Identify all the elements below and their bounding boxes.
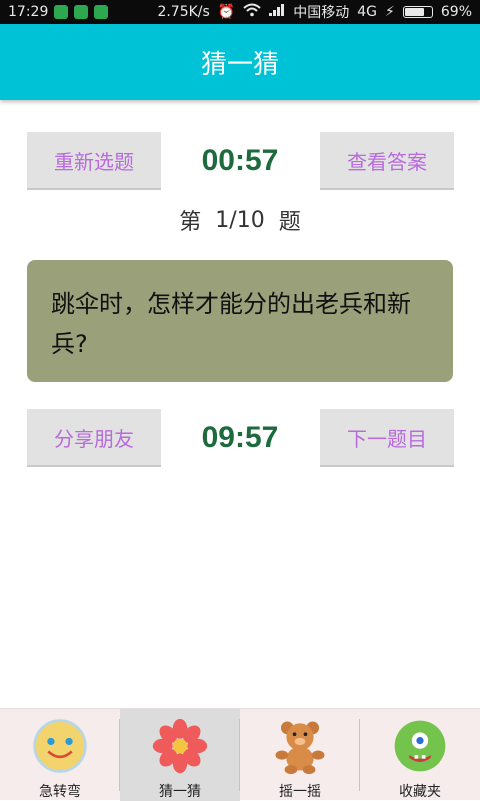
tab-label: 猜一猜 — [159, 784, 201, 800]
status-time: 17:29 — [8, 4, 49, 20]
progress-suffix: 题 — [278, 210, 301, 235]
progress-prefix: 第 — [179, 210, 202, 235]
tab-label: 摇一摇 — [279, 784, 321, 800]
network-type: 4G — [357, 4, 378, 20]
tab-riddles[interactable]: 急转弯 — [0, 709, 120, 801]
next-question-button[interactable]: 下一题目 — [320, 409, 454, 467]
view-answer-button[interactable]: 查看答案 — [320, 132, 454, 190]
reselect-question-button[interactable]: 重新选题 — [27, 132, 161, 190]
status-bar: 17:29 2.75K/s ⏰ 中国移动 4G ⚡ 69% — [0, 0, 480, 24]
tab-label: 收藏夹 — [399, 784, 441, 800]
battery-fill — [404, 8, 425, 16]
tab-label: 急转弯 — [39, 784, 81, 800]
total-timer: 09:57 — [201, 421, 279, 454]
question-text: 跳伞时，怎样才能分的出老兵和新兵? — [51, 290, 411, 358]
app-notification-icon — [94, 5, 109, 19]
bottom-tab-bar: 急转弯 猜一猜 摇一摇 收藏夹 — [0, 708, 480, 801]
page-title: 猜一猜 — [200, 49, 279, 80]
teddy-bear-icon — [275, 721, 325, 775]
battery-icon — [402, 6, 433, 18]
progress-value: 1/10 — [215, 207, 265, 233]
battery-percent: 69% — [440, 4, 472, 20]
tab-shake[interactable]: 摇一摇 — [240, 709, 360, 801]
flower-icon — [152, 718, 208, 774]
alarm-icon: ⏰ — [217, 4, 236, 20]
tab-favorites[interactable]: 收藏夹 — [360, 709, 480, 801]
charging-icon: ⚡ — [385, 4, 395, 20]
app-header: 猜一猜 — [0, 24, 480, 100]
tab-guess[interactable]: 猜一猜 — [120, 709, 240, 801]
smiley-icon — [33, 719, 87, 773]
network-speed: 2.75K/s — [157, 4, 210, 20]
question-progress: 第 1/10 题 — [0, 200, 480, 240]
share-friends-button[interactable]: 分享朋友 — [27, 409, 161, 467]
question-card: 跳伞时，怎样才能分的出老兵和新兵? — [27, 260, 453, 382]
app-notification-icon — [54, 5, 69, 19]
countdown-timer: 00:57 — [201, 144, 279, 177]
green-monster-icon — [394, 720, 446, 772]
app-notification-icon — [74, 5, 89, 19]
wifi-icon — [243, 3, 261, 21]
carrier: 中国移动 — [293, 5, 350, 21]
signal-icon — [269, 4, 285, 20]
